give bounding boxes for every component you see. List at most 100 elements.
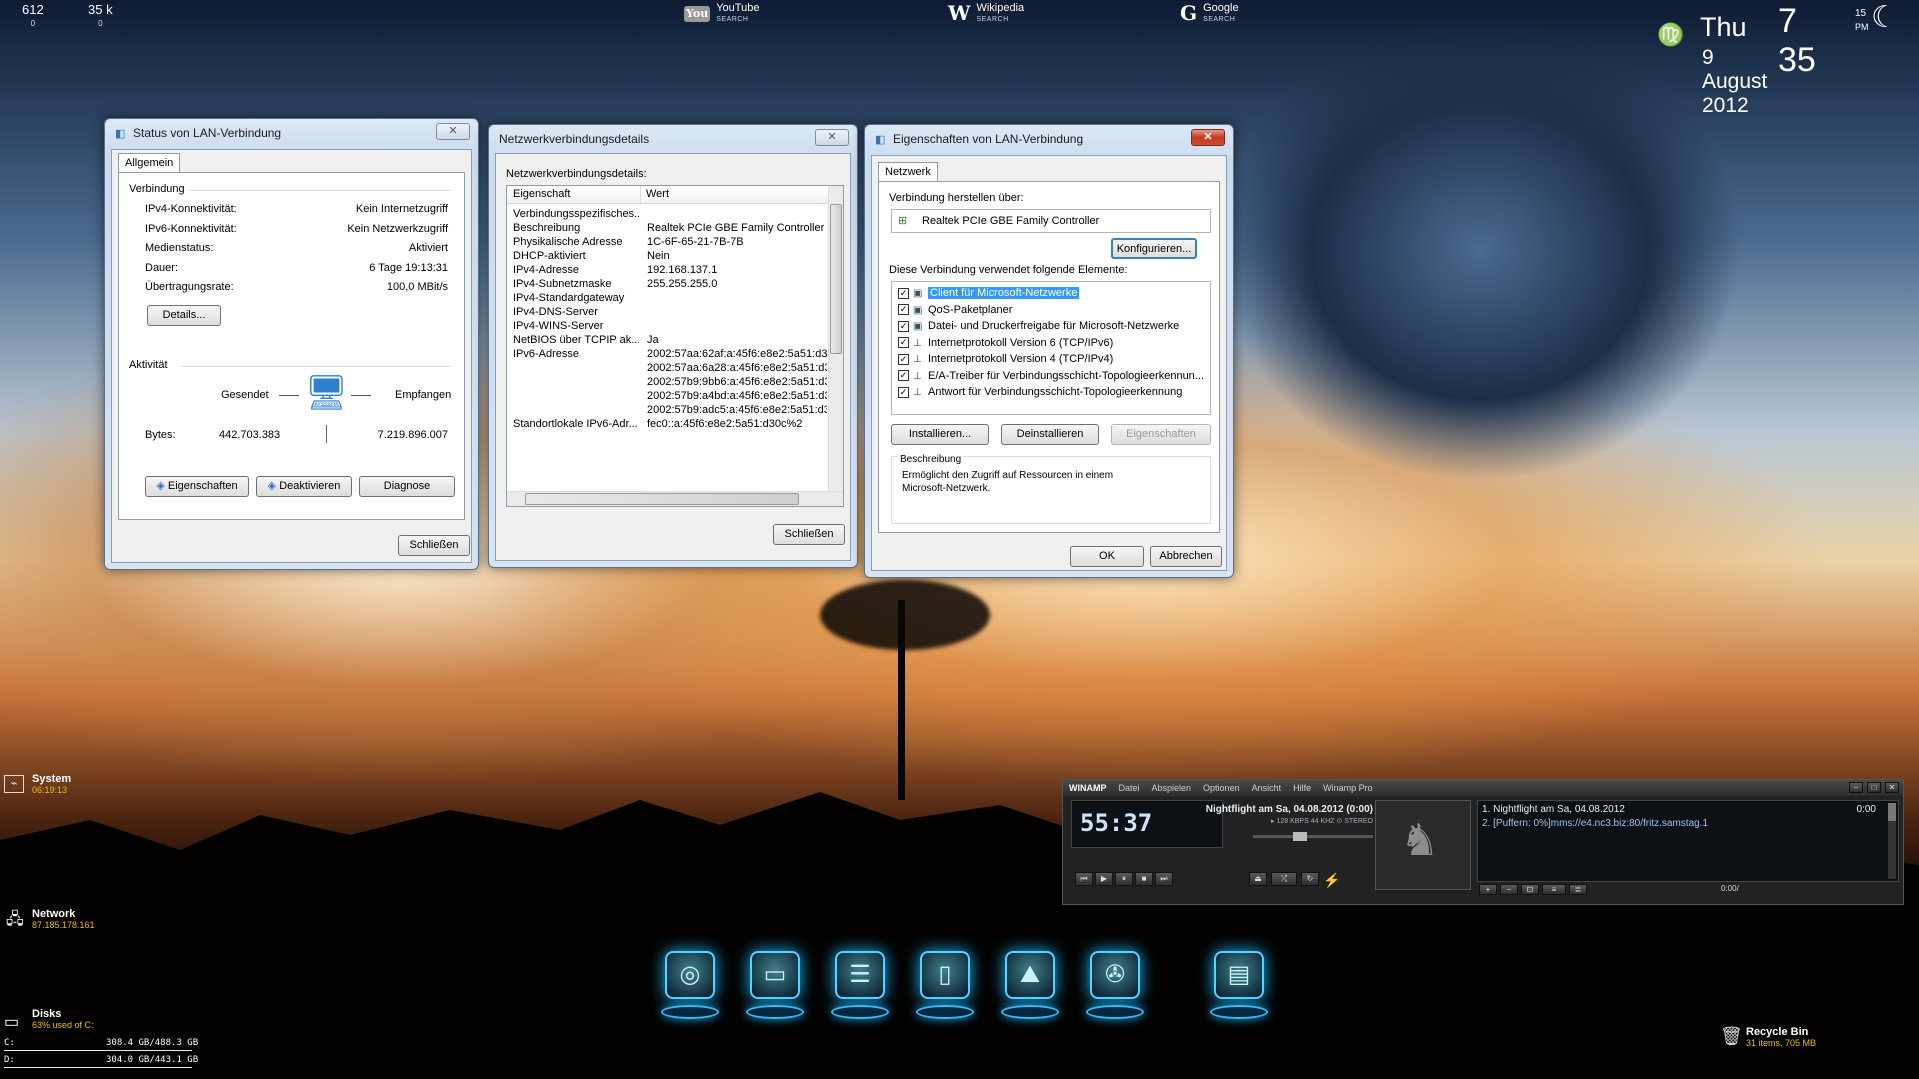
status-window[interactable]: ◧ Status von LAN-Verbindung ✕ Allgemein … (104, 118, 479, 570)
close-button[interactable]: ✕ (815, 129, 849, 146)
component-item[interactable]: ✓ ⊥ Internetprotokoll Version 6 (TCP/IPv6) (898, 336, 1113, 350)
detail-property[interactable]: IPv4-Subnetzmaske (513, 277, 639, 291)
detail-value[interactable]: 2002:57aa:6a28:a:45f6:e8e2:5a51:d3 (647, 361, 827, 375)
shuffle-icon[interactable]: ⤮ (1271, 872, 1297, 886)
detail-value[interactable]: 2002:57b9:adc5:a:45f6:e8e2:5a51:d3 (647, 403, 827, 417)
pause-icon[interactable]: ⏸ (1115, 872, 1133, 886)
checkbox[interactable]: ✓ (898, 337, 909, 349)
menu-ansicht[interactable]: Ansicht (1252, 783, 1282, 793)
menu-optionen[interactable]: Optionen (1203, 783, 1240, 793)
checkbox[interactable]: ✓ (898, 353, 909, 365)
column-value[interactable]: Wert (641, 186, 669, 203)
play-icon[interactable]: ▶ (1095, 872, 1113, 886)
menu-abspielen[interactable]: Abspielen (1152, 783, 1192, 793)
detail-property[interactable]: DHCP-aktiviert (513, 249, 639, 263)
diagnose-button[interactable]: Diagnose (359, 476, 455, 497)
detail-property[interactable]: IPv4-Standardgateway (513, 291, 639, 305)
scroll-thumb[interactable] (830, 204, 842, 354)
checkbox[interactable]: ✓ (898, 304, 909, 316)
detail-property[interactable]: Beschreibung (513, 221, 639, 235)
repeat-icon[interactable]: ↻ (1301, 872, 1319, 886)
maximize-icon[interactable]: □ (1867, 782, 1881, 793)
menu-datei[interactable]: Datei (1119, 783, 1140, 793)
details-button[interactable]: Details... (147, 305, 221, 326)
playlist-item[interactable]: 2. [Puffern: 0%]mms://e4.nc3.biz:80/frit… (1482, 818, 1708, 829)
next-icon[interactable]: ⏭ (1155, 872, 1173, 886)
deactivate-button[interactable]: ◈ Deaktivieren (256, 476, 352, 497)
dock-videos[interactable]: ✇ (1084, 945, 1146, 1025)
checkbox[interactable]: ✓ (898, 386, 909, 398)
system-widget[interactable]: System 06:19:13 (32, 773, 71, 795)
stop-icon[interactable]: ■ (1135, 872, 1153, 886)
eject-icon[interactable]: ⏏ (1249, 872, 1267, 886)
list-icon[interactable]: ≣ (1569, 884, 1587, 895)
details-list[interactable]: Eigenschaft Wert Verbindungsspezifisches… (506, 185, 844, 507)
wikipedia-search[interactable]: W Wikipedia SEARCH (948, 2, 1024, 26)
status-titlebar[interactable]: ◧ Status von LAN-Verbindung (105, 119, 478, 147)
install-button[interactable]: Installieren... (891, 424, 989, 445)
close-icon[interactable]: ✕ (1885, 782, 1899, 793)
dock-browser[interactable]: ◎ (659, 945, 721, 1025)
uninstall-button[interactable]: Deinstallieren (1001, 424, 1099, 445)
details-titlebar[interactable]: Netzwerkverbindungsdetails (489, 125, 857, 153)
detail-value[interactable]: 255.255.255.0 (647, 277, 827, 291)
misc-icon[interactable]: ≡ (1542, 884, 1566, 895)
select-icon[interactable]: ⊡ (1521, 884, 1539, 895)
google-search[interactable]: G Google SEARCH (1180, 2, 1239, 26)
detail-value[interactable]: Realtek PCIe GBE Family Controller (647, 221, 827, 235)
recycle-bin-widget[interactable]: Recycle Bin 31 items, 705 MB (1746, 1026, 1816, 1048)
disks-widget[interactable]: Disks 63% used of C: (32, 1008, 94, 1030)
detail-property[interactable]: IPv4-WINS-Server (513, 319, 639, 333)
minimize-icon[interactable]: – (1849, 782, 1863, 793)
cancel-button[interactable]: Abbrechen (1150, 546, 1222, 567)
detail-property[interactable]: IPv4-DNS-Server (513, 305, 639, 319)
properties-button[interactable]: Eigenschaften (1111, 424, 1211, 445)
close-button[interactable]: ✕ (1191, 129, 1225, 146)
checkbox[interactable]: ✓ (898, 370, 909, 382)
remove-icon[interactable]: − (1500, 884, 1518, 895)
dock-pictures[interactable]: ⛰ (999, 945, 1061, 1025)
properties-window[interactable]: ◧ Eigenschaften von LAN-Verbindung ✕ Net… (864, 124, 1234, 578)
detail-value[interactable]: 2002:57b9:9bb6:a:45f6:e8e2:5a51:d3 (647, 375, 827, 389)
close-dialog-button[interactable]: Schließen (398, 535, 470, 556)
scroll-thumb[interactable] (1888, 803, 1896, 821)
detail-value[interactable]: 1C-6F-65-21-7B-7B (647, 235, 827, 249)
component-item[interactable]: ✓ ▣ QoS-Paketplaner (898, 303, 1012, 317)
detail-value[interactable]: fec0::a:45f6:e8e2:5a51:d30c%2 (647, 417, 827, 431)
menu-winamp-pro[interactable]: Winamp Pro (1323, 783, 1373, 793)
add-icon[interactable]: + (1479, 884, 1497, 895)
detail-property[interactable]: Verbindungsspezifisches... (513, 207, 639, 221)
detail-property[interactable]: IPv4-Adresse (513, 263, 639, 277)
menu-hilfe[interactable]: Hilfe (1293, 783, 1311, 793)
playlist-item[interactable]: 1. Nightflight am Sa, 04.08.2012 (1482, 804, 1625, 815)
component-item[interactable]: ✓ ⊥ Antwort für Verbindungsschicht-Topolog… (898, 385, 1182, 399)
component-item[interactable]: ✓ ▣ Datei- und Druckerfreigabe für Microso… (898, 319, 1179, 333)
detail-property[interactable]: Physikalische Adresse (513, 235, 639, 249)
scroll-thumb[interactable] (525, 493, 799, 505)
detail-value[interactable]: Nein (647, 249, 827, 263)
volume-knob[interactable] (1293, 832, 1307, 841)
configure-button[interactable]: Konfigurieren... (1111, 238, 1197, 259)
youtube-search[interactable]: You YouTube SEARCH (684, 2, 759, 26)
tab-netzwerk[interactable]: Netzwerk (878, 162, 938, 181)
detail-property[interactable]: Standortlokale IPv6-Adr... (513, 417, 639, 431)
component-list[interactable]: ✓ ▣ Client für Microsoft-Netzwerke ✓ ▣ QoS-Pa… (891, 281, 1211, 415)
lightning-icon[interactable]: ⚡ (1323, 872, 1340, 889)
tab-allgemein[interactable]: Allgemein (118, 153, 181, 172)
checkbox[interactable]: ✓ (898, 320, 909, 332)
previous-icon[interactable]: ⏮ (1075, 872, 1093, 886)
detail-value[interactable]: 192.168.137.1 (647, 263, 827, 277)
close-dialog-button[interactable]: Schließen (773, 524, 845, 545)
playlist[interactable]: 1. Nightflight am Sa, 04.08.2012 2. [Puf… (1477, 800, 1899, 882)
dock-notes[interactable]: ▤ (1208, 945, 1270, 1025)
vertical-scrollbar[interactable] (828, 186, 843, 492)
horizontal-scrollbar[interactable] (507, 491, 843, 506)
dock-music[interactable]: ▯ (914, 945, 976, 1025)
properties-button[interactable]: ◈ Eigenschaften (145, 476, 249, 497)
properties-titlebar[interactable]: ◧ Eigenschaften von LAN-Verbindung (865, 125, 1233, 153)
dock-documents[interactable]: ☰ (829, 945, 891, 1025)
detail-value[interactable]: 2002:57b9:a4bd:a:45f6:e8e2:5a51:d3 (647, 389, 827, 403)
checkbox[interactable]: ✓ (898, 287, 909, 299)
column-property[interactable]: Eigenschaft (507, 186, 641, 203)
dock-computer[interactable]: ▭ (744, 945, 806, 1025)
